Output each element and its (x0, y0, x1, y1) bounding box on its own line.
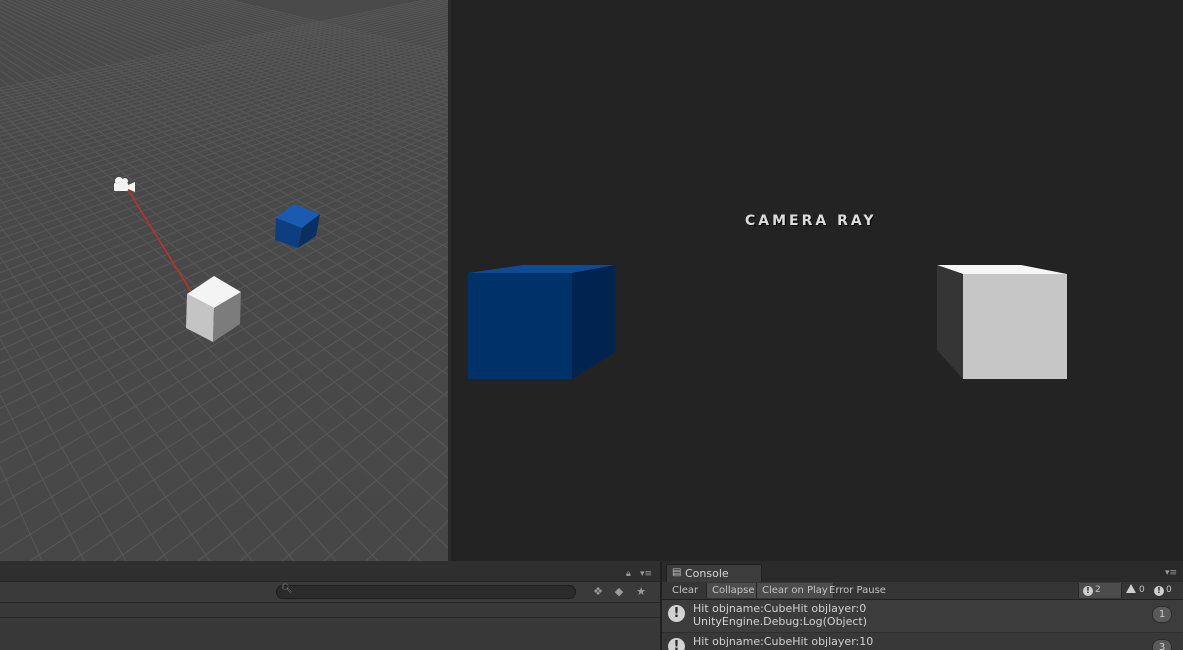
console-tabbar: ▤ Console ▾≡ (662, 561, 1183, 583)
hierarchy-toolbar: 🔍︎ ❖ ◆ ★ (0, 581, 660, 603)
search-icon: 🔍︎ (281, 584, 293, 594)
menu-icon[interactable]: ▾≡ (1165, 568, 1177, 578)
error-icon: ! (1154, 586, 1164, 596)
info-icon: ! (1083, 586, 1093, 596)
error-pause-toggle[interactable]: Error Pause (824, 583, 891, 598)
camera-gizmo-icon[interactable] (110, 175, 138, 195)
star-icon[interactable]: ★ (633, 584, 649, 600)
console-tab-icon: ▤ (672, 567, 682, 578)
hierarchy-tabbar: 🔒︎ ▾≡ (0, 561, 660, 581)
collapse-toggle[interactable]: Collapse (706, 583, 761, 598)
scene-white-cube[interactable] (182, 272, 246, 346)
game-view[interactable]: CAMERA RAY (451, 0, 1183, 561)
info-icon: ! (668, 638, 685, 650)
log-count-toggle[interactable]: ! 2 (1078, 583, 1122, 598)
lock-icon[interactable]: 🔒︎ (626, 569, 631, 579)
error-count-toggle[interactable]: ! 0 (1150, 583, 1182, 598)
error-count: 0 (1166, 585, 1172, 595)
clear-on-play-toggle[interactable]: Clear on Play (756, 583, 834, 598)
divider (0, 617, 660, 618)
scene-view[interactable] (0, 0, 448, 561)
tab-console[interactable]: ▤ Console (666, 564, 762, 583)
log-message: Hit objname:CubeHit objlayer:10 (693, 635, 874, 648)
log-count-badge: 1 (1152, 606, 1172, 623)
hierarchy-panel: 🔒︎ ▾≡ 🔍︎ ❖ ◆ ★ (0, 561, 660, 650)
search-input[interactable]: 🔍︎ (276, 584, 576, 599)
console-tab-label: Console (685, 567, 729, 580)
clear-button[interactable]: Clear (667, 583, 703, 598)
log-count-badge: 3 (1152, 639, 1172, 650)
game-blue-cube[interactable] (467, 262, 619, 382)
game-title-text: CAMERA RAY (745, 213, 877, 229)
bottom-panels: 🔒︎ ▾≡ 🔍︎ ❖ ◆ ★ ▤ Console ▾≡ Clear Collap… (0, 561, 1183, 650)
info-icon: ! (668, 605, 685, 622)
game-white-cube[interactable] (936, 262, 1070, 382)
menu-icon[interactable]: ▾≡ (640, 569, 652, 579)
log-entry[interactable]: ! Hit objname:CubeHit objlayer:0 UnityEn… (662, 600, 1183, 632)
warning-count: 0 (1139, 585, 1145, 595)
log-count: 2 (1095, 585, 1101, 595)
log-stacktrace: UnityEngine.Debug:Log(Object) (693, 615, 868, 628)
log-message: Hit objname:CubeHit objlayer:0 (693, 602, 867, 615)
log-entry[interactable]: ! Hit objname:CubeHit objlayer:10 3 (662, 632, 1183, 650)
console-panel: ▤ Console ▾≡ Clear Collapse Clear on Pla… (662, 561, 1183, 650)
warning-icon (1126, 584, 1136, 593)
scene-blue-cube[interactable] (272, 200, 324, 252)
tag-icon[interactable]: ◆ (611, 584, 627, 600)
layers-icon[interactable]: ❖ (590, 584, 606, 600)
console-toolbar: Clear Collapse Clear on Play Error Pause… (662, 582, 1183, 600)
